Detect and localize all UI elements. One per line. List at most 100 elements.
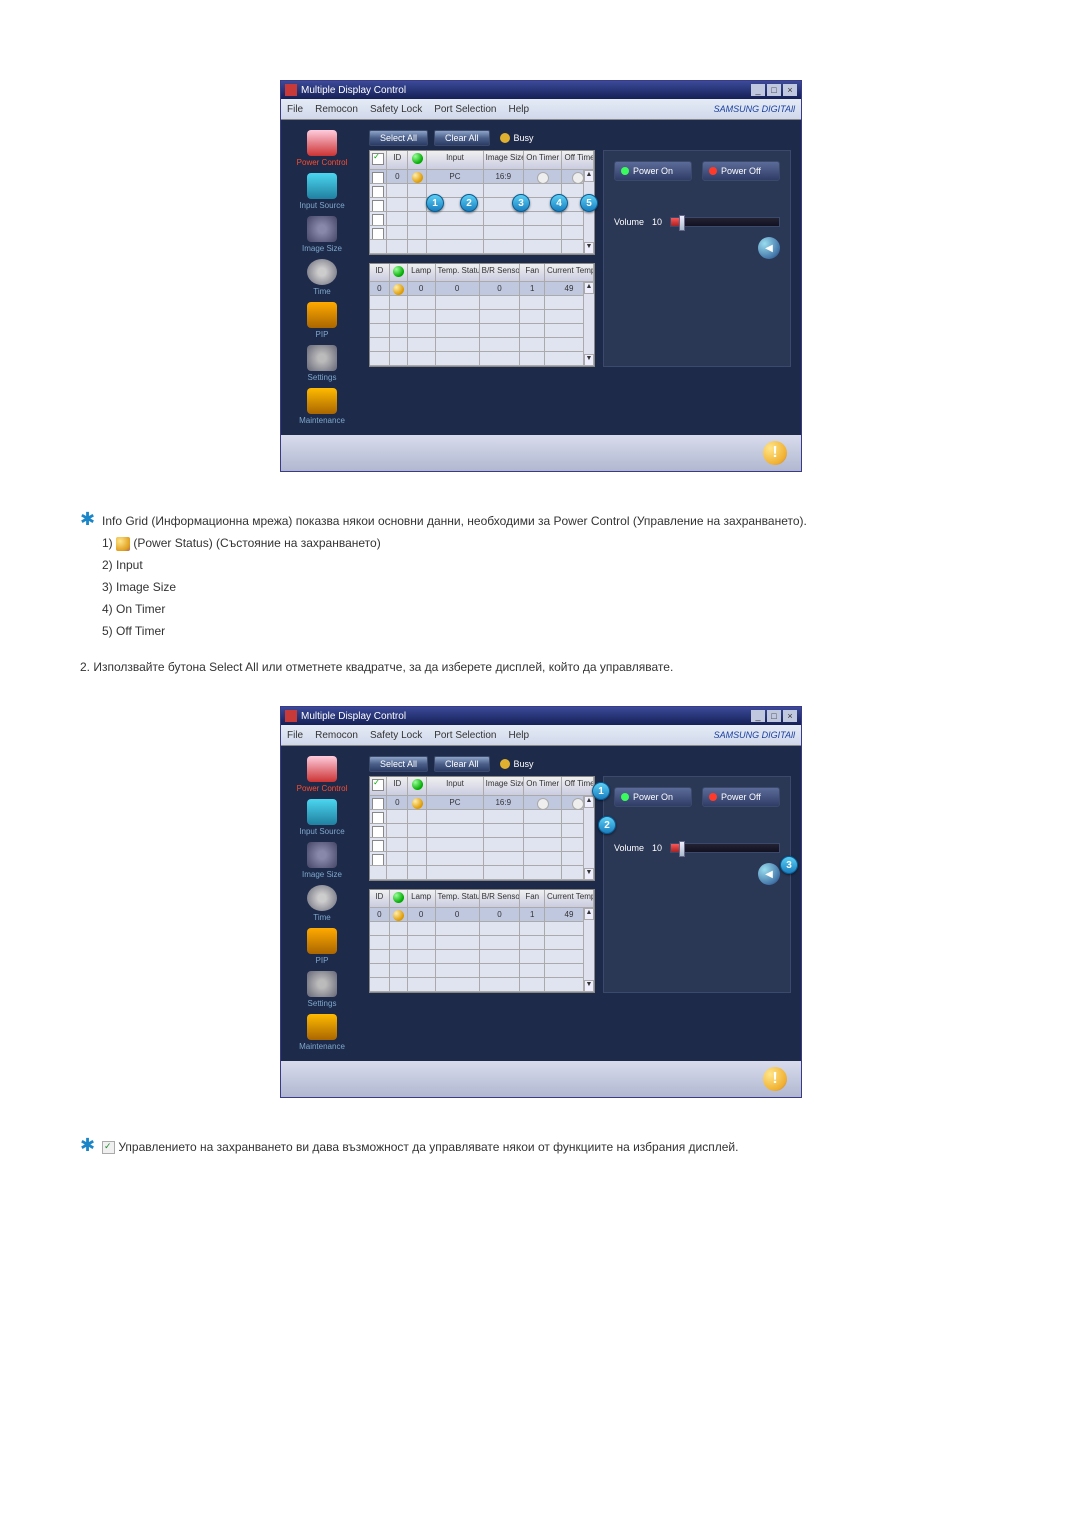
table-row	[370, 310, 594, 324]
col-lamp: Lamp	[408, 264, 436, 282]
statusbar: !	[281, 435, 801, 471]
on-timer-icon	[537, 798, 549, 810]
row-checkbox[interactable]	[372, 172, 384, 184]
maximize-button[interactable]: □	[767, 710, 781, 722]
power-on-button[interactable]: Power On	[614, 787, 692, 807]
mute-button[interactable]: ◀	[758, 863, 780, 885]
table-row	[370, 824, 594, 838]
row-checkbox[interactable]	[372, 228, 384, 240]
menu-help[interactable]: Help	[508, 730, 529, 741]
menu-remocon[interactable]: Remocon	[315, 104, 358, 115]
menu-file[interactable]: File	[287, 730, 303, 741]
checkbox-header[interactable]	[372, 779, 384, 791]
table-row	[370, 866, 594, 880]
mute-button[interactable]: ◀	[758, 237, 780, 259]
sidebar-item-image-size[interactable]: Image Size	[287, 842, 357, 879]
minimize-button[interactable]: _	[751, 710, 765, 722]
sidebar-item-input-source[interactable]: Input Source	[287, 799, 357, 836]
sidebar-item-maintenance[interactable]: Maintenance	[287, 1014, 357, 1051]
table-row[interactable]: 0 0 0 0 1 49	[370, 908, 594, 922]
power-off-button[interactable]: Power Off	[702, 161, 780, 181]
scroll-down-icon[interactable]: ▼	[584, 868, 594, 880]
row-checkbox[interactable]	[372, 200, 384, 212]
col-id: ID	[387, 777, 408, 796]
col-current-temp: Current Temp.	[545, 264, 594, 282]
row-checkbox[interactable]	[372, 812, 384, 824]
sidebar-item-time[interactable]: Time	[287, 885, 357, 922]
volume-slider[interactable]	[670, 843, 780, 853]
scroll-up-icon[interactable]: ▲	[584, 796, 594, 808]
vertical-scrollbar[interactable]: ▲ ▼	[583, 796, 594, 880]
menu-remocon[interactable]: Remocon	[315, 730, 358, 741]
scroll-up-icon[interactable]: ▲	[584, 908, 594, 920]
list-item: 3) Image Size	[102, 578, 940, 596]
sidebar-item-time[interactable]: Time	[287, 259, 357, 296]
row-checkbox[interactable]	[372, 826, 384, 838]
menu-file[interactable]: File	[287, 104, 303, 115]
power-off-button[interactable]: Power Off	[702, 787, 780, 807]
sidebar-item-input-source[interactable]: Input Source	[287, 173, 357, 210]
callout-3: 3	[780, 856, 798, 874]
sidebar-item-power-control[interactable]: Power Control	[287, 130, 357, 167]
power-control-icon	[307, 756, 337, 782]
select-all-button[interactable]: Select All	[369, 130, 428, 146]
table-row[interactable]: 0 PC 16:9	[370, 796, 594, 810]
sidebar-label: Settings	[308, 999, 337, 1008]
scroll-down-icon[interactable]: ▼	[584, 354, 594, 366]
table-row	[370, 212, 594, 226]
power-on-button[interactable]: Power On	[614, 161, 692, 181]
sidebar-item-maintenance[interactable]: Maintenance	[287, 388, 357, 425]
clear-all-button[interactable]: Clear All	[434, 756, 490, 772]
row-checkbox[interactable]	[372, 840, 384, 852]
table-row[interactable]: 0 PC 16:9	[370, 170, 594, 184]
sidebar-item-pip[interactable]: PIP	[287, 928, 357, 965]
sidebar-item-settings[interactable]: Settings	[287, 971, 357, 1008]
col-fan: Fan	[520, 264, 545, 282]
app-window: Multiple Display Control _ □ × File Remo…	[280, 80, 802, 472]
table-row	[370, 964, 594, 978]
row-checkbox[interactable]	[372, 214, 384, 226]
sidebar-item-power-control[interactable]: Power Control	[287, 756, 357, 793]
volume-handle[interactable]	[679, 841, 685, 857]
power-status-icon	[412, 779, 423, 790]
volume-slider[interactable]	[670, 217, 780, 227]
vertical-scrollbar[interactable]: ▲ ▼	[583, 282, 594, 366]
volume-handle[interactable]	[679, 215, 685, 231]
row-checkbox[interactable]	[372, 186, 384, 198]
menu-port-selection[interactable]: Port Selection	[434, 104, 496, 115]
menu-safety-lock[interactable]: Safety Lock	[370, 104, 422, 115]
cell-id: 0	[370, 282, 390, 296]
row-checkbox[interactable]	[372, 798, 384, 810]
sidebar-item-image-size[interactable]: Image Size	[287, 216, 357, 253]
vertical-scrollbar[interactable]: ▲ ▼	[583, 170, 594, 254]
scroll-up-icon[interactable]: ▲	[584, 170, 594, 182]
star-icon: ✱	[80, 512, 96, 526]
settings-icon	[307, 345, 337, 371]
callout-4: 4	[550, 194, 568, 212]
app-icon	[285, 84, 297, 96]
sidebar-item-settings[interactable]: Settings	[287, 345, 357, 382]
checkbox-header[interactable]	[372, 153, 384, 165]
col-on-timer: On Timer	[524, 777, 563, 796]
app-icon	[285, 710, 297, 722]
scroll-up-icon[interactable]: ▲	[584, 282, 594, 294]
vertical-scrollbar[interactable]: ▲ ▼	[583, 908, 594, 992]
paragraph: Управлението на захранването ви дава въз…	[115, 1140, 738, 1154]
close-button[interactable]: ×	[783, 84, 797, 96]
cell-bvr: 0	[480, 908, 521, 922]
menu-safety-lock[interactable]: Safety Lock	[370, 730, 422, 741]
minimize-button[interactable]: _	[751, 84, 765, 96]
scroll-down-icon[interactable]: ▼	[584, 980, 594, 992]
col-fan: Fan	[520, 890, 545, 908]
menu-port-selection[interactable]: Port Selection	[434, 730, 496, 741]
table-row[interactable]: 0 0 0 0 1 49	[370, 282, 594, 296]
maximize-button[interactable]: □	[767, 84, 781, 96]
off-timer-icon	[572, 172, 584, 184]
clear-all-button[interactable]: Clear All	[434, 130, 490, 146]
row-checkbox[interactable]	[372, 854, 384, 866]
sidebar-item-pip[interactable]: PIP	[287, 302, 357, 339]
scroll-down-icon[interactable]: ▼	[584, 242, 594, 254]
close-button[interactable]: ×	[783, 710, 797, 722]
select-all-button[interactable]: Select All	[369, 756, 428, 772]
menu-help[interactable]: Help	[508, 104, 529, 115]
